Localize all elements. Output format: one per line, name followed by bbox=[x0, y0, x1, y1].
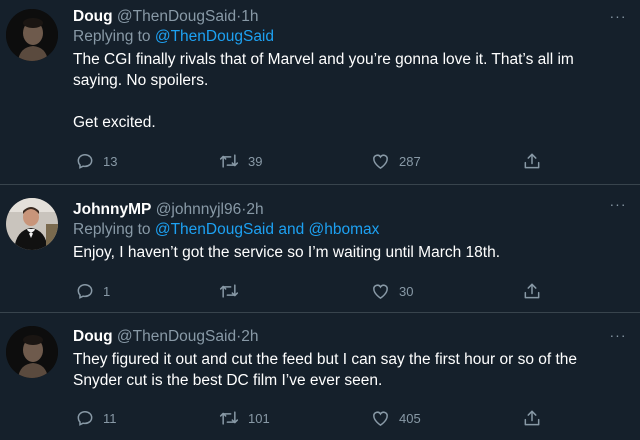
retweet-count: 39 bbox=[248, 153, 263, 169]
more-icon[interactable]: ··· bbox=[608, 9, 628, 23]
tweet-text: They figured it out and cut the feed but… bbox=[73, 349, 610, 391]
tweet-paragraph: Get excited. bbox=[73, 114, 156, 131]
reply-button[interactable]: 1 bbox=[75, 280, 110, 302]
tweet[interactable]: ··· Doug @ThenDougSaid·2h They figured i… bbox=[0, 313, 640, 440]
username[interactable]: @johnnyjl96 bbox=[156, 201, 242, 218]
tweet-header: JohnnyMP @johnnyjl96·2h bbox=[73, 200, 610, 220]
tweet[interactable]: ··· JohnnyMP @johnnyjl96·2h Replying to … bbox=[0, 185, 640, 313]
share-button[interactable] bbox=[522, 280, 542, 302]
replying-to-label: Replying to bbox=[73, 28, 155, 45]
reply-icon bbox=[77, 283, 93, 299]
timestamp[interactable]: 2h bbox=[241, 328, 258, 345]
tweet-actions: 1 30 bbox=[75, 280, 555, 302]
more-icon[interactable]: ··· bbox=[608, 328, 628, 342]
heart-icon bbox=[373, 411, 388, 426]
share-icon bbox=[524, 153, 540, 169]
reply-icon bbox=[77, 410, 93, 426]
share-button[interactable] bbox=[522, 407, 542, 429]
tweet-header: Doug @ThenDougSaid·1h bbox=[73, 7, 610, 27]
retweet-icon bbox=[219, 284, 239, 298]
display-name[interactable]: JohnnyMP bbox=[73, 201, 151, 218]
replying-to: Replying to @ThenDougSaid and @hbomax bbox=[73, 220, 610, 240]
retweet-button[interactable] bbox=[218, 280, 248, 302]
reply-icon bbox=[77, 153, 93, 169]
display-name[interactable]: Doug bbox=[73, 328, 113, 345]
reply-count: 13 bbox=[103, 153, 118, 169]
tweet-paragraph: Enjoy, I haven’t got the service so I’m … bbox=[73, 244, 501, 261]
like-count: 30 bbox=[399, 283, 414, 299]
share-button[interactable] bbox=[522, 150, 542, 172]
username[interactable]: @ThenDougSaid bbox=[117, 328, 236, 345]
like-button[interactable]: 287 bbox=[370, 150, 421, 172]
replying-to-label: Replying to bbox=[73, 221, 155, 238]
retweet-button[interactable]: 39 bbox=[218, 150, 262, 172]
like-count: 405 bbox=[399, 410, 421, 426]
mention-link[interactable]: @ThenDougSaid bbox=[155, 28, 274, 45]
replying-to: Replying to @ThenDougSaid bbox=[73, 27, 610, 47]
heart-icon bbox=[373, 154, 388, 169]
mention-link[interactable]: @hbomax bbox=[309, 221, 380, 238]
timestamp[interactable]: 1h bbox=[241, 8, 258, 25]
tweet-text: The CGI finally rivals that of Marvel an… bbox=[73, 49, 610, 133]
avatar[interactable] bbox=[6, 9, 58, 61]
username[interactable]: @ThenDougSaid bbox=[117, 8, 236, 25]
tweet-header: Doug @ThenDougSaid·2h bbox=[73, 327, 610, 347]
reply-button[interactable]: 13 bbox=[75, 150, 117, 172]
display-name[interactable]: Doug bbox=[73, 8, 113, 25]
share-icon bbox=[524, 410, 540, 426]
heart-icon bbox=[373, 284, 388, 299]
timestamp[interactable]: 2h bbox=[246, 201, 263, 218]
retweet-icon bbox=[219, 411, 239, 425]
like-count: 287 bbox=[399, 153, 421, 169]
mention-link[interactable]: @ThenDougSaid bbox=[155, 221, 274, 238]
tweet[interactable]: ··· Doug @ThenDougSaid·1h Replying to @T… bbox=[0, 0, 640, 185]
retweet-count: 101 bbox=[248, 410, 270, 426]
tweet-actions: 11 101 405 bbox=[75, 407, 555, 429]
reply-count: 1 bbox=[103, 283, 111, 299]
tweet-text: Enjoy, I haven’t got the service so I’m … bbox=[73, 242, 610, 263]
avatar[interactable] bbox=[6, 326, 58, 378]
tweet-paragraph: They figured it out and cut the feed but… bbox=[73, 351, 578, 389]
share-icon bbox=[524, 283, 540, 299]
tweet-actions: 13 39 287 bbox=[75, 150, 555, 172]
retweet-icon bbox=[219, 154, 239, 168]
more-icon[interactable]: ··· bbox=[608, 197, 628, 211]
tweet-paragraph: The CGI finally rivals that of Marvel an… bbox=[73, 51, 574, 89]
replying-to-joiner: and bbox=[274, 221, 309, 238]
avatar[interactable] bbox=[6, 198, 58, 250]
reply-button[interactable]: 11 bbox=[75, 407, 117, 429]
like-button[interactable]: 405 bbox=[370, 407, 421, 429]
reply-count: 11 bbox=[103, 410, 117, 426]
like-button[interactable]: 30 bbox=[370, 280, 413, 302]
retweet-button[interactable]: 101 bbox=[218, 407, 270, 429]
